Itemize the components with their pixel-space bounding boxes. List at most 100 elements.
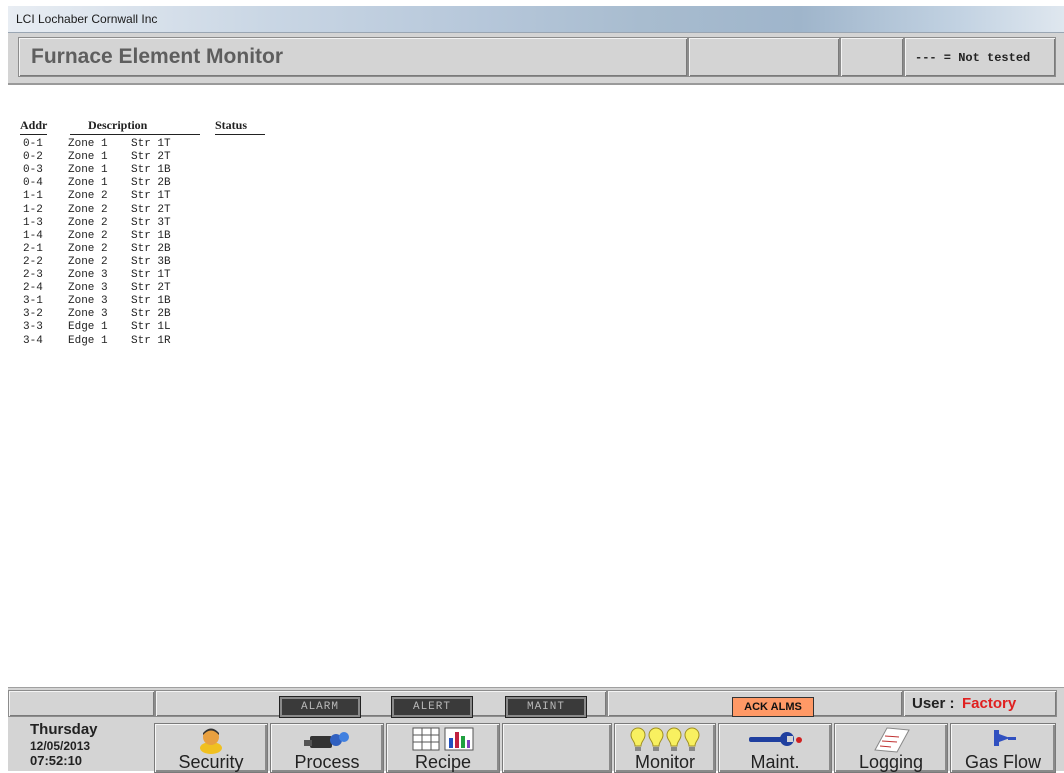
- process-button[interactable]: Process: [270, 723, 384, 773]
- table-row: 3-2 Zone 3 Str 2B: [8, 308, 408, 321]
- row-zone: Zone 2: [68, 216, 108, 229]
- row-zone: Zone 2: [68, 190, 108, 203]
- row-addr: 1-1: [23, 190, 43, 203]
- maint-button[interactable]: Maint.: [718, 723, 832, 773]
- row-addr: 1-4: [23, 229, 43, 242]
- row-string: Str 2B: [131, 242, 171, 255]
- security-label: Security: [178, 752, 244, 772]
- user-label: User :: [912, 695, 955, 712]
- table-chart-icon: [412, 727, 474, 751]
- valve-icon: [994, 730, 1016, 746]
- navigation-bar: Thursday 12/05/2013 07:52:10 Security Pr…: [8, 718, 1064, 773]
- row-zone: Zone 2: [68, 229, 108, 242]
- row-zone: Zone 2: [68, 242, 108, 255]
- row-addr: 2-3: [23, 269, 43, 281]
- row-string: Str 1B: [131, 295, 171, 308]
- element-list: Addr Description Status 0-1 Zone 1 Str 1T 0…: [8, 85, 1064, 685]
- row-addr: 3-1: [23, 295, 43, 308]
- window-title: LCI Lochaber Cornwall Inc: [16, 12, 158, 26]
- binoculars-icon: [304, 732, 349, 748]
- gas-flow-button[interactable]: Gas Flow: [950, 723, 1056, 773]
- ack-alarms-button[interactable]: ACK ALMS: [732, 697, 814, 717]
- table-row: 1-1 Zone 2 Str 1T: [8, 190, 408, 203]
- row-zone: Zone 1: [68, 151, 108, 164]
- col-header-status: Status: [215, 118, 265, 135]
- row-string: Str 3T: [131, 216, 171, 229]
- row-zone: Zone 1: [68, 138, 108, 150]
- col-header-description: Description: [70, 118, 200, 135]
- blank-nav-slot: [502, 723, 612, 773]
- row-addr: 0-4: [23, 177, 43, 190]
- page-title: Furnace Element Monitor: [31, 45, 284, 68]
- table-row: 0-4 Zone 1 Str 2B: [8, 177, 408, 190]
- table-row: 2-2 Zone 2 Str 3B: [8, 256, 408, 269]
- datetime-display: Thursday 12/05/2013 07:52:10: [14, 720, 134, 770]
- row-zone: Edge 1: [68, 321, 108, 334]
- row-string: Str 2T: [131, 282, 171, 295]
- row-string: Str 2T: [131, 203, 171, 216]
- row-addr: 3-3: [23, 321, 43, 334]
- table-row: 1-2 Zone 2 Str 2T: [8, 204, 408, 217]
- row-string: Str 3B: [131, 255, 171, 268]
- logging-button[interactable]: Logging: [834, 723, 948, 773]
- table-row: 0-3 Zone 1 Str 1B: [8, 164, 408, 177]
- row-addr: 2-2: [23, 255, 43, 268]
- table-row: 2-1 Zone 2 Str 2B: [8, 243, 408, 256]
- user-display: User : Factory: [903, 690, 1057, 717]
- status-bar: ALARM ALERT MAINT ACK ALMS User : Factor…: [8, 687, 1064, 718]
- row-string: Str 1R: [131, 334, 171, 347]
- monitor-button[interactable]: Monitor: [614, 723, 716, 773]
- row-addr: 0-3: [23, 164, 43, 177]
- row-addr: 1-3: [23, 216, 43, 229]
- row-string: Str 1T: [131, 138, 171, 150]
- row-string: Str 2T: [131, 151, 171, 164]
- time-text: 07:52:10: [30, 753, 83, 768]
- alarm-indicator[interactable]: ALARM: [279, 696, 361, 718]
- person-icon: [200, 728, 222, 754]
- indicator-panel: ALARM ALERT MAINT: [155, 690, 607, 718]
- notepad-icon: [874, 727, 910, 753]
- row-zone: Zone 3: [68, 269, 108, 281]
- row-zone: Zone 2: [68, 203, 108, 216]
- table-row: 3-4 Edge 1 Str 1R: [8, 335, 408, 348]
- row-addr: 0-1: [23, 138, 43, 150]
- recipe-button[interactable]: Recipe: [386, 723, 500, 773]
- table-row: 1-4 Zone 2 Str 1B: [8, 230, 408, 243]
- row-zone: Zone 1: [68, 177, 108, 190]
- row-addr: 3-4: [23, 334, 43, 347]
- table-row: 2-3 Zone 3 Str 1T: [8, 269, 408, 282]
- logging-label: Logging: [858, 752, 924, 772]
- row-zone: Edge 1: [68, 334, 108, 347]
- row-addr: 2-1: [23, 242, 43, 255]
- row-string: Str 1L: [131, 321, 171, 334]
- maint-indicator[interactable]: MAINT: [505, 696, 587, 718]
- row-string: Str 2B: [131, 177, 171, 190]
- row-zone: Zone 3: [68, 308, 108, 321]
- ack-panel: ACK ALMS: [607, 690, 903, 717]
- table-row: 0-2 Zone 1 Str 2T: [8, 151, 408, 164]
- table-row: 1-3 Zone 2 Str 3T: [8, 217, 408, 230]
- row-zone: Zone 1: [68, 164, 108, 177]
- row-string: Str 1B: [131, 229, 171, 242]
- lightbulbs-icon: [630, 727, 700, 751]
- row-addr: 2-4: [23, 282, 43, 295]
- row-addr: 3-2: [23, 308, 43, 321]
- user-value: Factory: [962, 695, 1017, 712]
- day-text: Thursday: [30, 721, 98, 738]
- legend-box: --- = Not tested: [904, 37, 1056, 77]
- header-blank-cell-2: [840, 37, 904, 77]
- window-titlebar: LCI Lochaber Cornwall Inc: [8, 6, 1064, 33]
- wrench-icon: [749, 732, 802, 746]
- status-cell-blank: [8, 690, 155, 717]
- row-zone: Zone 3: [68, 282, 108, 295]
- row-zone: Zone 3: [68, 295, 108, 308]
- page-title-box: Furnace Element Monitor: [18, 37, 688, 77]
- row-string: Str 1B: [131, 164, 171, 177]
- header-blank-cell: [688, 37, 840, 77]
- header-bar: Furnace Element Monitor --- = Not tested: [8, 33, 1064, 85]
- row-addr: 1-2: [23, 203, 43, 216]
- table-row: 3-1 Zone 3 Str 1B: [8, 295, 408, 308]
- alert-indicator[interactable]: ALERT: [391, 696, 473, 718]
- security-button[interactable]: Security: [154, 723, 268, 773]
- row-string: Str 1T: [131, 190, 171, 203]
